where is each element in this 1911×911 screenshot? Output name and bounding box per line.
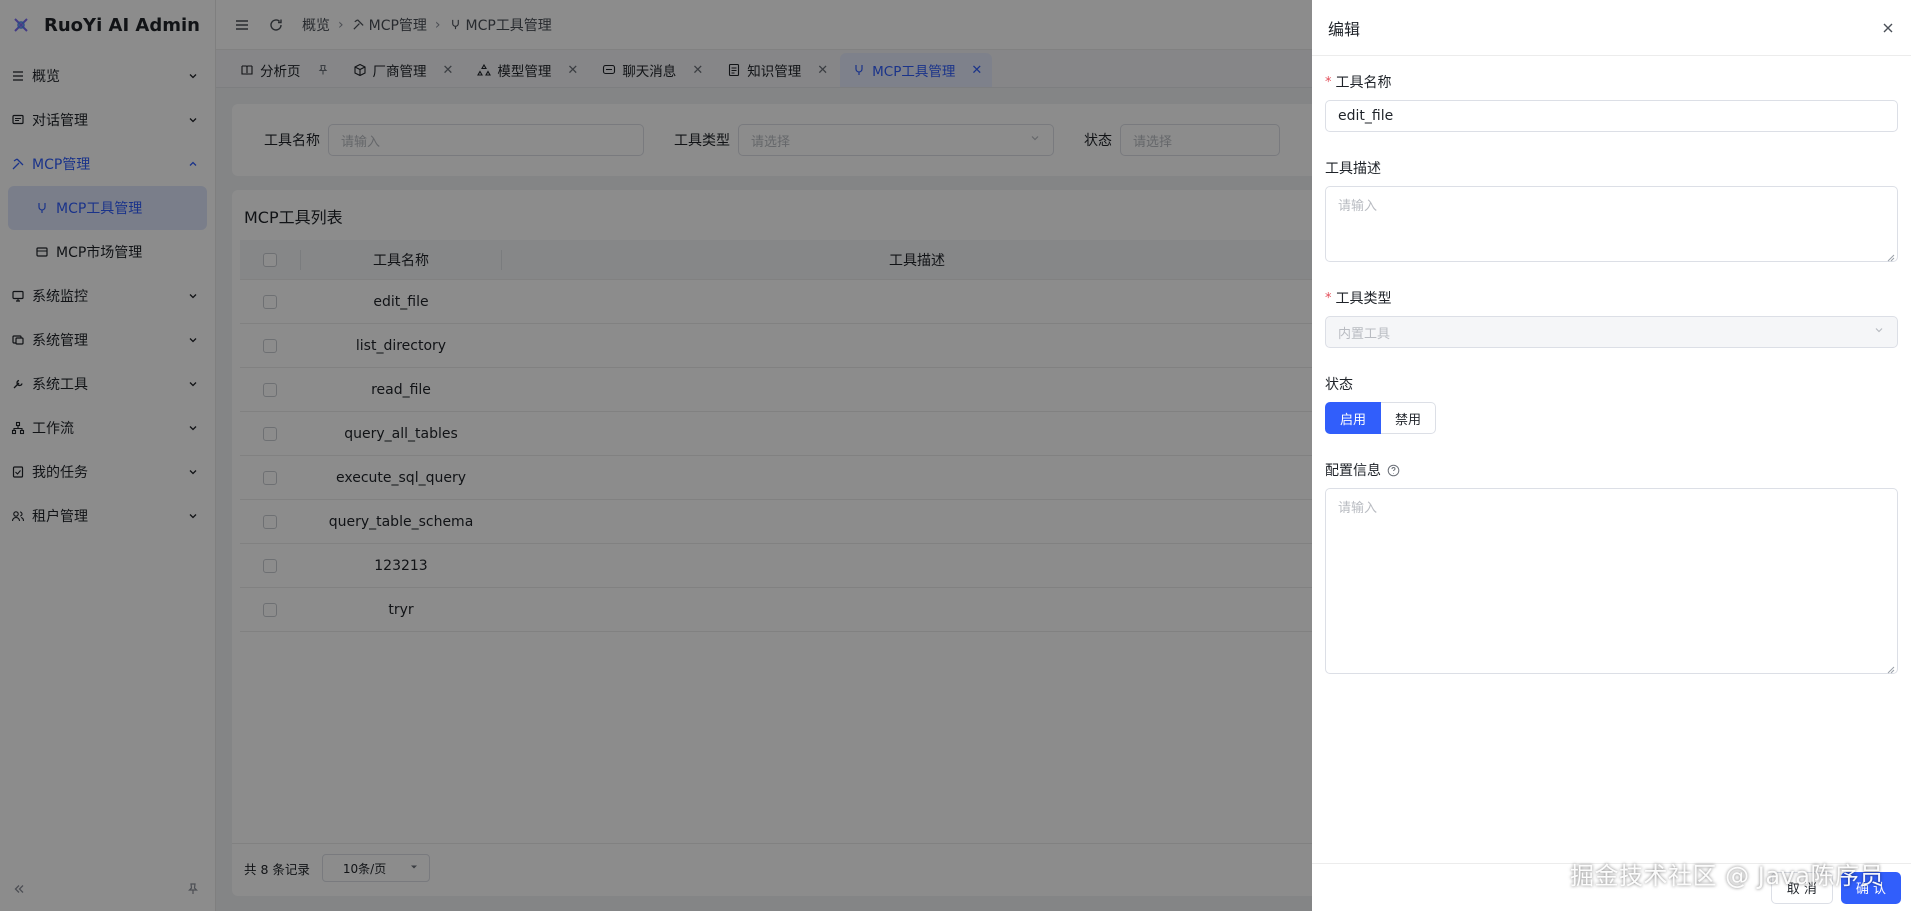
- required-mark: *: [1325, 290, 1332, 306]
- tool-name-value: edit_file: [1338, 108, 1394, 124]
- field-label-text: 工具名称: [1335, 75, 1392, 91]
- field-label-type: * 工具类型: [1325, 288, 1898, 308]
- status-radio-group: 启用 禁用: [1325, 402, 1898, 434]
- status-enabled-button[interactable]: 启用: [1325, 402, 1382, 434]
- tool-name-input[interactable]: edit_file: [1325, 100, 1898, 132]
- config-textarea[interactable]: 请输入: [1325, 488, 1898, 674]
- field-label-desc: 工具描述: [1325, 158, 1898, 178]
- tool-desc-placeholder: 请输入: [1338, 199, 1378, 214]
- field-label-config: 配置信息: [1325, 460, 1898, 480]
- drawer-header: 编辑: [1312, 0, 1911, 56]
- status-disabled-button[interactable]: 禁用: [1381, 402, 1437, 434]
- tool-type-value: 内置工具: [1338, 326, 1391, 342]
- drawer-title: 编辑: [1328, 19, 1361, 39]
- help-icon[interactable]: [1387, 464, 1400, 477]
- tool-type-select[interactable]: 内置工具: [1325, 316, 1898, 348]
- field-label-text: 配置信息: [1325, 463, 1381, 479]
- field-label-text: 工具类型: [1335, 291, 1392, 307]
- field-label-text: 工具描述: [1325, 161, 1381, 177]
- tool-desc-textarea[interactable]: 请输入: [1325, 186, 1898, 262]
- required-mark: *: [1325, 74, 1332, 90]
- drawer-body: * 工具名称 edit_file 工具描述 请输入 * 工具类型 内置工具 状态 启…: [1312, 56, 1911, 674]
- watermark-text: 掘金技术社区 @ Java陈序员: [1570, 862, 1884, 890]
- chevron-down-icon: [1873, 324, 1885, 340]
- config-placeholder: 请输入: [1338, 501, 1378, 516]
- resize-handle-icon[interactable]: [1887, 663, 1895, 674]
- edit-drawer: 编辑 * 工具名称 edit_file 工具描述 请输入 * 工具类型 内置工具 状…: [1312, 0, 1911, 911]
- close-icon[interactable]: [1881, 21, 1895, 35]
- resize-handle-icon[interactable]: [1887, 251, 1895, 262]
- field-label-status: 状态: [1325, 374, 1898, 394]
- field-label-name: * 工具名称: [1325, 72, 1898, 92]
- field-label-text: 状态: [1325, 377, 1353, 393]
